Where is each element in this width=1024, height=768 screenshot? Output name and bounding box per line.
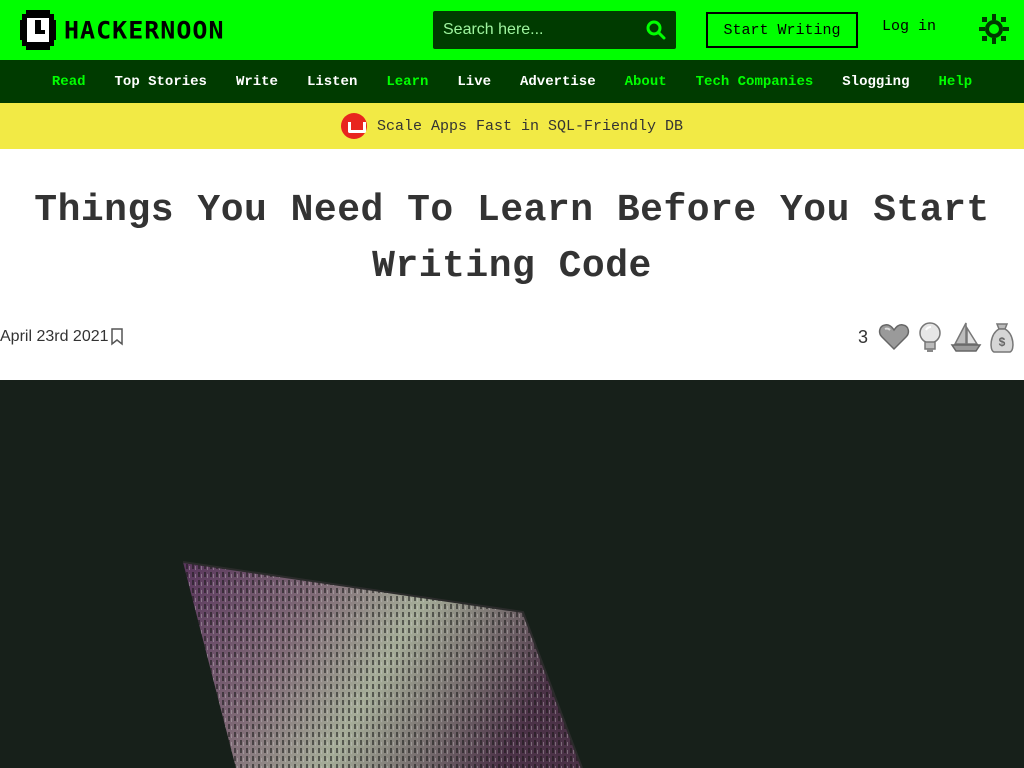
svg-text:$: $ <box>999 335 1006 349</box>
money-bag-icon[interactable]: $ <box>986 320 1018 354</box>
nav-item-read[interactable]: Read <box>37 74 100 90</box>
sun-icon[interactable] <box>978 13 1010 45</box>
nav-item-live[interactable]: Live <box>443 74 506 90</box>
article-date: April 23rd 2021 <box>0 328 109 345</box>
nav-item-write[interactable]: Write <box>221 74 292 90</box>
nav-item-top-stories[interactable]: Top Stories <box>100 74 221 90</box>
lightbulb-icon[interactable] <box>914 320 946 354</box>
nav-item-slogging[interactable]: Slogging <box>828 74 924 90</box>
logo-icon <box>20 10 56 50</box>
logo-text: HACKERNOON <box>64 16 225 44</box>
article-title: Things You Need To Learn Before You Star… <box>34 189 990 288</box>
nav-item-listen[interactable]: Listen <box>292 74 371 90</box>
nav-item-about[interactable]: About <box>610 74 681 90</box>
heart-icon[interactable] <box>878 320 910 354</box>
sponsor-banner[interactable]: Scale Apps Fast in SQL-Friendly DB <box>0 103 1024 149</box>
search-box <box>433 11 676 49</box>
start-writing-button[interactable]: Start Writing <box>706 12 858 48</box>
search-icon[interactable] <box>646 20 666 40</box>
hackernoon-logo[interactable]: HACKERNOON <box>20 10 225 50</box>
hero-image <box>0 380 1024 768</box>
boat-icon[interactable] <box>950 320 982 354</box>
sponsor-text: Scale Apps Fast in SQL-Friendly DB <box>376 117 684 135</box>
nav-item-tech-companies[interactable]: Tech Companies <box>681 74 828 90</box>
nav-item-advertise[interactable]: Advertise <box>506 74 611 90</box>
nav-item-help[interactable]: Help <box>924 74 987 90</box>
bookmark-icon[interactable] <box>110 328 124 346</box>
top-header: HACKERNOON Start Writing Log in <box>0 0 1024 60</box>
nav-item-learn[interactable]: Learn <box>372 74 443 90</box>
search-input[interactable] <box>433 12 633 48</box>
login-link[interactable]: Log in <box>882 18 936 35</box>
laptop-matrix-image <box>0 380 1024 768</box>
reactions-bar: 3 $ <box>858 320 1018 354</box>
reaction-count: 3 <box>857 326 868 347</box>
sponsor-logo-icon <box>340 113 367 139</box>
article-meta: April 23rd 2021 <box>0 328 124 346</box>
main-nav: Read Top Stories Write Listen Learn Live… <box>0 60 1024 103</box>
